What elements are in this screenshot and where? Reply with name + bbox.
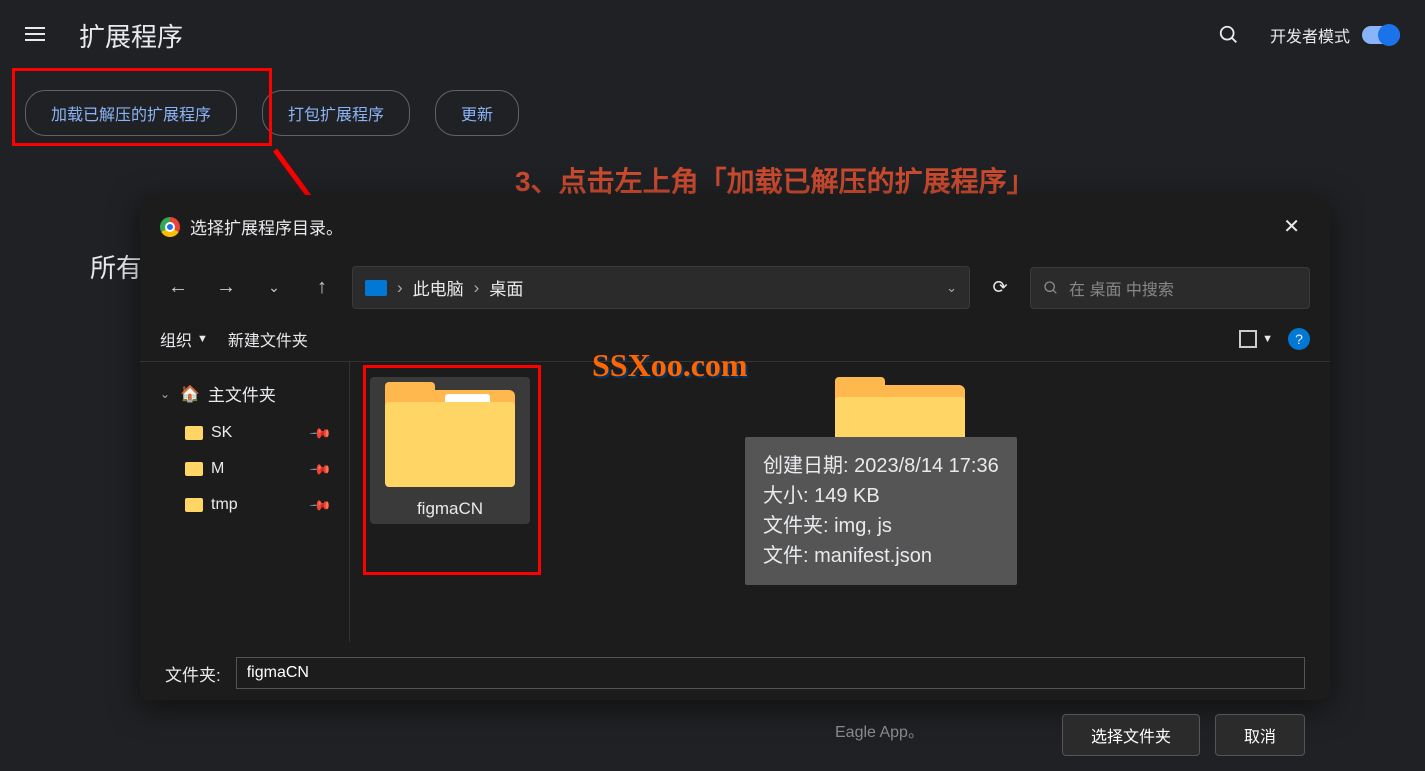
close-button[interactable]: ✕ [1273, 209, 1310, 244]
search-placeholder: 在 桌面 中搜索 [1069, 276, 1174, 300]
help-icon[interactable]: ? [1288, 328, 1310, 350]
breadcrumb-desktop[interactable]: 桌面 [489, 275, 523, 300]
cancel-button[interactable]: 取消 [1215, 714, 1305, 756]
folder-figmacn[interactable]: figmaCN [370, 377, 530, 524]
view-mode-button[interactable]: ▼ [1239, 330, 1273, 348]
nav-forward-button[interactable]: → [208, 270, 244, 306]
search-icon[interactable] [1218, 24, 1240, 46]
new-folder-button[interactable]: 新建文件夹 [228, 327, 308, 351]
search-icon [1043, 280, 1059, 296]
breadcrumb[interactable]: › 此电脑 › 桌面 ⌄ [352, 266, 970, 309]
chrome-icon [160, 217, 180, 237]
folder-name-input[interactable] [236, 657, 1305, 689]
nav-back-button[interactable]: ← [160, 270, 196, 306]
watermark: SSXoo.com [592, 347, 842, 407]
dialog-title: 选择扩展程序目录。 [190, 214, 1263, 239]
tree-item-tmp[interactable]: tmp📌 [155, 487, 334, 523]
select-folder-button[interactable]: 选择文件夹 [1062, 714, 1200, 756]
breadcrumb-pc[interactable]: 此电脑 [413, 275, 464, 300]
menu-icon[interactable] [25, 23, 49, 47]
folder-icon [385, 382, 515, 487]
side-label: 所有 [90, 248, 142, 285]
tree-item-m[interactable]: M📌 [155, 451, 334, 487]
folder-tooltip: 创建日期: 2023/8/14 17:36 大小: 149 KB 文件夹: im… [745, 437, 1017, 585]
dev-mode-label: 开发者模式 [1270, 23, 1350, 47]
pc-icon [365, 280, 387, 296]
search-input[interactable]: 在 桌面 中搜索 [1030, 267, 1310, 309]
dev-mode-toggle[interactable] [1362, 26, 1400, 44]
update-button[interactable]: 更新 [435, 90, 519, 136]
folder-tree: ⌄🏠 主文件夹 SK📌 M📌 tmp📌 [140, 362, 350, 642]
annotation-step-3: 3、点击左上角「加载已解压的扩展程序」 [515, 160, 1035, 200]
pack-button[interactable]: 打包扩展程序 [262, 90, 410, 136]
tree-item-sk[interactable]: SK📌 [155, 415, 334, 451]
page-title: 扩展程序 [79, 17, 1218, 54]
nav-up-button[interactable]: ↑ [304, 270, 340, 306]
folder-input-label: 文件夹: [165, 661, 221, 686]
nav-recent-button[interactable]: ⌄ [256, 270, 292, 306]
refresh-button[interactable]: ⟳ [982, 270, 1018, 306]
tree-root[interactable]: ⌄🏠 主文件夹 [155, 372, 334, 415]
folder-picker-dialog: 选择扩展程序目录。 ✕ ← → ⌄ ↑ › 此电脑 › 桌面 ⌄ ⟳ 在 桌面 … [140, 195, 1330, 700]
background-text: Eagle App。 [835, 718, 924, 742]
organize-button[interactable]: 组织▼ [160, 327, 208, 351]
load-unpacked-button[interactable]: 加载已解压的扩展程序 [25, 90, 237, 136]
